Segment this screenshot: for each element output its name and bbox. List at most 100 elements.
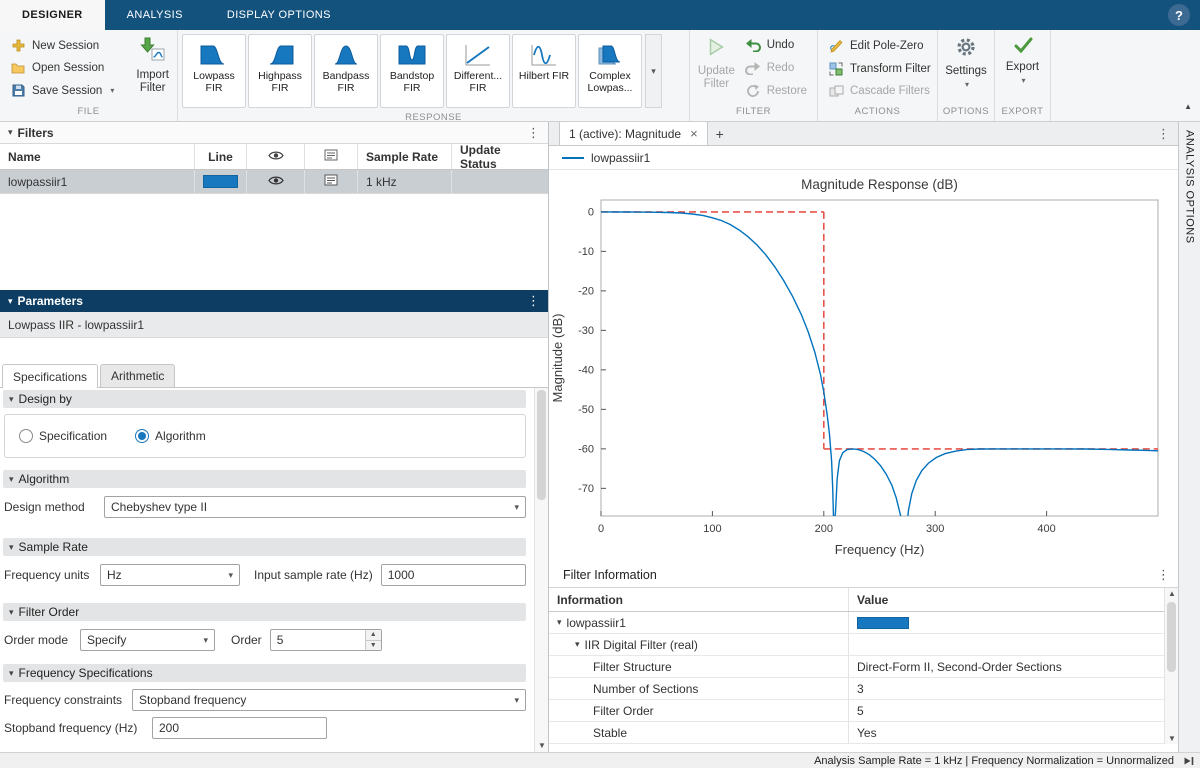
edit-pole-zero-button[interactable]: Edit Pole-Zero bbox=[824, 38, 935, 54]
save-session-button[interactable]: Save Session ▾ bbox=[6, 83, 118, 98]
section-filter-order[interactable]: ▾ Filter Order bbox=[3, 603, 526, 621]
column-sample-rate[interactable]: Sample Rate bbox=[358, 144, 452, 169]
redo-button[interactable]: Redo bbox=[741, 60, 811, 76]
line-color-swatch[interactable] bbox=[203, 175, 238, 188]
column-update-status[interactable]: Update Status bbox=[452, 144, 548, 169]
new-session-button[interactable]: New Session bbox=[6, 38, 118, 53]
collapse-section-icon[interactable]: ▾ bbox=[9, 474, 14, 485]
response-gallery-dropdown[interactable]: ▾ bbox=[645, 34, 662, 108]
update-filter-button[interactable]: Update Filter bbox=[694, 32, 739, 104]
line-color-cell[interactable] bbox=[195, 170, 247, 193]
scroll-up-icon[interactable]: ▲ bbox=[1165, 589, 1178, 598]
section-design-by[interactable]: ▾ Design by bbox=[3, 390, 526, 408]
design-method-dropdown[interactable]: Chebyshev type II ▾ bbox=[104, 496, 526, 518]
import-filter-button[interactable]: Import Filter bbox=[132, 32, 173, 104]
collapse-section-icon[interactable]: ▾ bbox=[9, 607, 14, 618]
radio-algorithm[interactable]: Algorithm bbox=[135, 429, 206, 443]
viewer-menu-icon[interactable]: ⋮ bbox=[1157, 126, 1170, 142]
section-frequency-specifications[interactable]: ▾ Frequency Specifications bbox=[3, 664, 526, 682]
order-field[interactable]: 5 ▲ ▼ bbox=[270, 629, 382, 651]
response-complex-lowpass-button[interactable]: ComplexLowpas... bbox=[578, 34, 642, 108]
parameters-panel-header[interactable]: ▾ Parameters ⋮ bbox=[0, 290, 548, 312]
export-button[interactable]: Export ▾ bbox=[999, 32, 1046, 104]
filter-information-menu-icon[interactable]: ⋮ bbox=[1157, 567, 1170, 583]
column-information[interactable]: Information bbox=[549, 588, 849, 611]
eye-icon[interactable] bbox=[268, 175, 284, 189]
legend-icon[interactable] bbox=[324, 174, 338, 189]
collapse-ribbon-icon[interactable]: ▲ bbox=[1184, 102, 1192, 111]
response-differentiator-button[interactable]: Different...FIR bbox=[446, 34, 510, 108]
tab-display-options[interactable]: DISPLAY OPTIONS bbox=[205, 0, 353, 30]
scroll-down-icon[interactable]: ▼ bbox=[535, 741, 548, 750]
column-name[interactable]: Name bbox=[0, 144, 195, 169]
settings-button[interactable]: Settings ▾ bbox=[942, 32, 990, 104]
expander-icon[interactable]: ▾ bbox=[575, 639, 580, 650]
analysis-options-tab[interactable]: ANALYSIS OPTIONS bbox=[1178, 122, 1200, 752]
response-bandpass-button[interactable]: BandpassFIR bbox=[314, 34, 378, 108]
response-bandstop-button[interactable]: BandstopFIR bbox=[380, 34, 444, 108]
filter-info-row[interactable]: ▾IIR Digital Filter (real) bbox=[549, 634, 1178, 656]
filter-row-lowpassiir1[interactable]: lowpassiir1 1 kHz bbox=[0, 170, 548, 194]
panel-collapse-icon[interactable] bbox=[1182, 756, 1194, 768]
order-mode-dropdown[interactable]: Specify ▾ bbox=[80, 629, 215, 651]
tab-designer[interactable]: DESIGNER bbox=[0, 0, 105, 30]
filters-panel-header[interactable]: ▾ Filters ⋮ bbox=[0, 122, 548, 144]
filters-menu-icon[interactable]: ⋮ bbox=[527, 125, 540, 141]
frequency-units-dropdown[interactable]: Hz ▾ bbox=[100, 564, 240, 586]
restore-button[interactable]: Restore bbox=[741, 83, 811, 99]
section-sample-rate[interactable]: ▾ Sample Rate bbox=[3, 538, 526, 556]
filter-info-row[interactable]: ▾lowpassiir1 bbox=[549, 612, 1178, 634]
frequency-constraints-dropdown[interactable]: Stopband frequency ▾ bbox=[132, 689, 526, 711]
legend-cell[interactable] bbox=[305, 170, 358, 193]
scrollbar-thumb[interactable] bbox=[537, 390, 546, 500]
collapse-parameters-icon[interactable]: ▾ bbox=[8, 296, 13, 307]
input-sample-rate-field[interactable]: 1000 bbox=[381, 564, 526, 586]
add-view-button[interactable]: + bbox=[708, 122, 732, 145]
scroll-down-icon[interactable]: ▼ bbox=[1165, 734, 1178, 743]
column-line[interactable]: Line bbox=[195, 144, 247, 169]
response-lowpass-button[interactable]: LowpassFIR bbox=[182, 34, 246, 108]
tab-analysis[interactable]: ANALYSIS bbox=[105, 0, 205, 30]
scrollbar-thumb[interactable] bbox=[1167, 602, 1176, 672]
parameters-menu-icon[interactable]: ⋮ bbox=[527, 293, 540, 309]
radio-icon[interactable] bbox=[19, 429, 33, 443]
response-highpass-button[interactable]: HighpassFIR bbox=[248, 34, 312, 108]
cascade-filters-button[interactable]: Cascade Filters bbox=[824, 84, 935, 98]
undo-button[interactable]: Undo bbox=[741, 37, 811, 53]
order-increment-button[interactable]: ▲ bbox=[366, 630, 381, 640]
ribbon-filler bbox=[1051, 30, 1200, 121]
tab-specifications[interactable]: Specifications bbox=[2, 364, 98, 388]
collapse-filters-icon[interactable]: ▾ bbox=[8, 127, 13, 138]
transform-filter-button[interactable]: Transform Filter bbox=[824, 61, 935, 77]
filter-color-swatch[interactable] bbox=[857, 617, 909, 629]
ribbon-section-filter: Update Filter Undo Redo Restore bbox=[690, 30, 818, 121]
close-tab-icon[interactable]: × bbox=[690, 127, 698, 140]
collapse-section-icon[interactable]: ▾ bbox=[9, 542, 14, 553]
filter-information-scrollbar[interactable]: ▲ ▼ bbox=[1164, 588, 1178, 744]
column-legend[interactable] bbox=[305, 144, 358, 169]
tab-magnitude-view[interactable]: 1 (active): Magnitude × bbox=[559, 122, 708, 145]
order-decrement-button[interactable]: ▼ bbox=[366, 640, 381, 651]
tab-arithmetic[interactable]: Arithmetic bbox=[100, 364, 175, 387]
column-visibility[interactable] bbox=[247, 144, 305, 169]
parameters-scrollbar[interactable]: ▼ bbox=[534, 388, 548, 752]
section-algorithm[interactable]: ▾ Algorithm bbox=[3, 470, 526, 488]
save-session-dropdown-icon[interactable]: ▾ bbox=[110, 86, 114, 95]
chart-legend[interactable]: lowpassiir1 bbox=[549, 146, 1178, 170]
visibility-cell[interactable] bbox=[247, 170, 305, 193]
magnitude-response-chart[interactable]: 01002003004000-10-20-30-40-50-60-70Magni… bbox=[549, 170, 1178, 562]
ribbon-section-options: Settings ▾ OPTIONS bbox=[938, 30, 995, 121]
import-filter-icon bbox=[140, 36, 166, 66]
collapse-section-icon[interactable]: ▾ bbox=[9, 668, 14, 679]
design-method-row: Design method Chebyshev type II ▾ bbox=[4, 496, 526, 518]
open-session-button[interactable]: Open Session bbox=[6, 61, 118, 75]
collapse-section-icon[interactable]: ▾ bbox=[9, 394, 14, 405]
chevron-down-icon: ▾ bbox=[203, 635, 208, 646]
column-value[interactable]: Value bbox=[849, 588, 1178, 611]
stopband-frequency-field[interactable]: 200 bbox=[152, 717, 327, 739]
radio-selected-icon[interactable] bbox=[135, 429, 149, 443]
response-hilbert-button[interactable]: Hilbert FIR bbox=[512, 34, 576, 108]
help-button[interactable]: ? bbox=[1168, 4, 1190, 26]
radio-specification[interactable]: Specification bbox=[19, 429, 107, 443]
expander-icon[interactable]: ▾ bbox=[557, 617, 562, 628]
